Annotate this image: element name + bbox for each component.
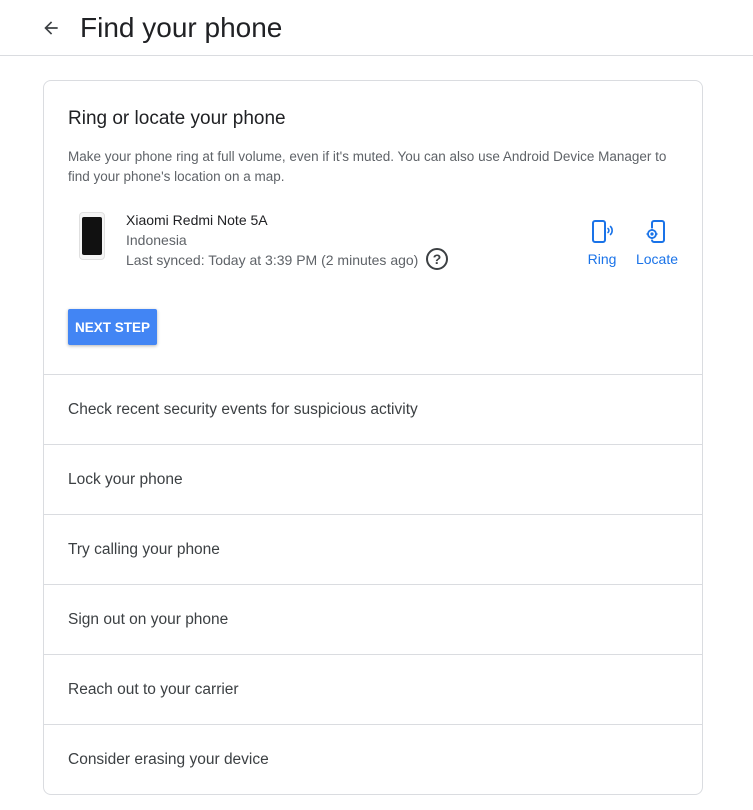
step-label: Lock your phone <box>68 471 183 488</box>
device-name: Xiaomi Redmi Note 5A <box>126 212 268 228</box>
step-label: Sign out on your phone <box>68 611 229 628</box>
step-contact-carrier[interactable]: Reach out to your carrier <box>44 655 702 725</box>
step-label: Check recent security events for suspici… <box>68 401 418 418</box>
step-call-phone[interactable]: Try calling your phone <box>44 515 702 585</box>
phone-locate-icon <box>646 220 665 243</box>
arrow-left-icon <box>44 21 58 35</box>
ring-label: Ring <box>587 251 617 267</box>
step-sign-out[interactable]: Sign out on your phone <box>44 585 702 655</box>
section-description: Make your phone ring at full volume, eve… <box>68 149 667 184</box>
locate-label: Locate <box>635 251 679 267</box>
back-button[interactable] <box>38 15 64 41</box>
device-last-synced: Last synced: Today at 3:39 PM (2 minutes… <box>126 252 419 268</box>
locate-button[interactable]: Locate <box>632 219 682 267</box>
steps-card: Ring or locate your phone Make your phon… <box>43 80 703 795</box>
ring-button[interactable]: Ring <box>582 219 622 267</box>
step-lock-phone[interactable]: Lock your phone <box>44 445 702 515</box>
step-label: Try calling your phone <box>68 541 220 558</box>
step-label: Consider erasing your device <box>68 751 269 768</box>
device-image <box>79 212 105 260</box>
section-title: Ring or locate your phone <box>68 108 286 129</box>
help-circle-icon[interactable]: ? <box>426 248 448 270</box>
step-erase-device[interactable]: Consider erasing your device <box>44 725 702 794</box>
step-label: Reach out to your carrier <box>68 681 239 698</box>
page-title: Find your phone <box>80 12 283 43</box>
phone-ring-icon <box>592 220 613 243</box>
ring-locate-section: Ring or locate your phone Make your phon… <box>44 81 702 375</box>
device-country: Indonesia <box>126 232 187 248</box>
app-header: Find your phone <box>0 0 753 56</box>
next-step-button[interactable]: NEXT STEP <box>68 309 157 345</box>
step-security-events[interactable]: Check recent security events for suspici… <box>44 375 702 445</box>
